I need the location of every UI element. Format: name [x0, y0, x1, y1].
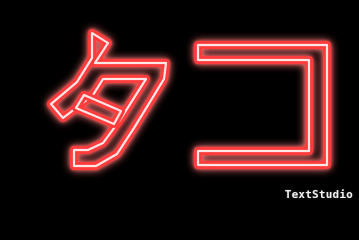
- neon-artwork-canvas: TextStudio: [0, 0, 359, 205]
- neon-katakana-graphic: [47, 29, 331, 170]
- glyph-ko: [194, 41, 331, 169]
- glyph-ta: [47, 29, 170, 170]
- textstudio-watermark: TextStudio: [284, 188, 353, 201]
